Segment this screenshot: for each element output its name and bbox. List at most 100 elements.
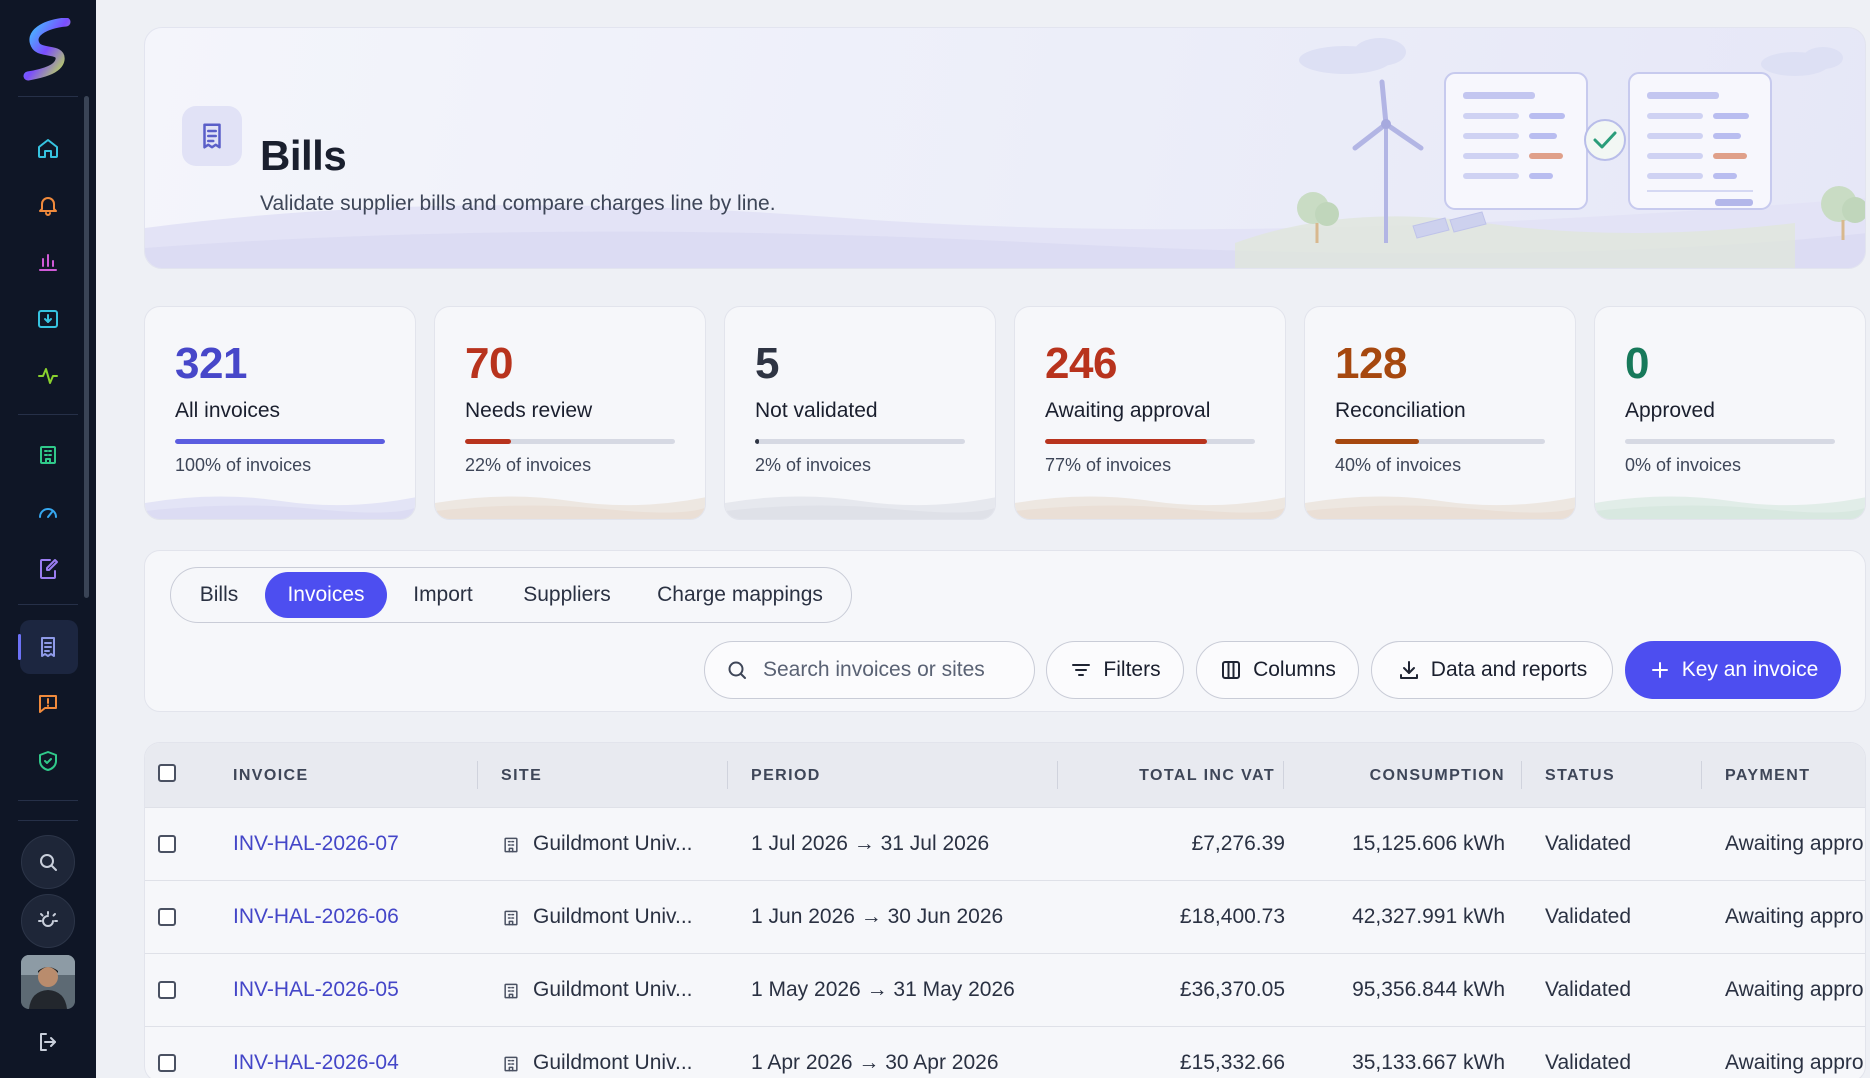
stat-card[interactable]: 246 Awaiting approval 77% of invoices xyxy=(1014,306,1286,520)
stat-progress-track xyxy=(1335,439,1545,444)
column-header-invoice[interactable]: INVOICE xyxy=(233,767,309,785)
tab-import[interactable]: Import xyxy=(389,572,497,618)
global-search-button[interactable] xyxy=(21,835,75,889)
stat-percent: 40% of invoices xyxy=(1335,455,1462,475)
payment-status: Awaiting appro xyxy=(1725,832,1864,855)
columns-button[interactable]: Columns xyxy=(1196,641,1359,699)
stat-card-wave xyxy=(435,496,705,519)
stat-card[interactable]: 70 Needs review 22% of invoices xyxy=(434,306,706,520)
stat-card[interactable]: 321 All invoices 100% of invoices xyxy=(144,306,416,520)
inbox-download-icon[interactable] xyxy=(28,299,68,339)
tab-invoices[interactable]: Invoices xyxy=(265,572,387,618)
billing-period: 1 Jun 2026 → 30 Jun 2026 xyxy=(751,905,1004,928)
stat-progress-track xyxy=(1625,439,1835,444)
stat-percent: 22% of invoices xyxy=(465,455,592,475)
bar-chart-icon[interactable] xyxy=(28,242,68,282)
logout-button[interactable] xyxy=(28,1022,68,1062)
column-header-site[interactable]: SITE xyxy=(501,767,542,785)
column-header-total-inc-vat[interactable]: TOTAL INC VAT xyxy=(1115,767,1275,785)
bills-receipt-icon xyxy=(182,106,242,166)
status-text: Validated xyxy=(1545,978,1632,1001)
row-checkbox[interactable] xyxy=(158,835,176,853)
consumption: 42,327.991 kWh xyxy=(1352,905,1505,928)
building-icon[interactable] xyxy=(28,435,68,475)
filters-button[interactable]: Filters xyxy=(1046,641,1184,699)
columns-icon xyxy=(1222,661,1241,679)
invoice-link[interactable]: INV-HAL-2026-05 xyxy=(233,978,399,1002)
table-row[interactable]: INV-HAL-2026-07 Guildmont Univ... 1 Jul 20… xyxy=(145,807,1865,880)
column-divider xyxy=(1521,761,1522,789)
tab-bills[interactable]: Bills xyxy=(175,572,263,618)
stat-card-wave xyxy=(1595,496,1865,519)
column-header-status[interactable]: STATUS xyxy=(1545,767,1615,785)
table-row[interactable]: INV-HAL-2026-04 Guildmont Univ... 1 Apr 20… xyxy=(145,1026,1865,1078)
tab-suppliers[interactable]: Suppliers xyxy=(499,572,635,618)
stat-card[interactable]: 0 Approved 0% of invoices xyxy=(1594,306,1866,520)
sidebar-active-indicator xyxy=(18,634,21,660)
home-icon[interactable] xyxy=(28,128,68,168)
shield-check-icon[interactable] xyxy=(28,741,68,781)
download-icon xyxy=(1399,661,1418,679)
search-input[interactable] xyxy=(763,658,1013,682)
edit-document-icon[interactable] xyxy=(28,549,68,589)
stat-value: 128 xyxy=(1335,339,1407,388)
key-an-invoice-label: Key an invoice xyxy=(1681,658,1819,681)
row-checkbox[interactable] xyxy=(158,908,176,926)
app-logo[interactable] xyxy=(22,18,74,82)
row-checkbox[interactable] xyxy=(158,1054,176,1072)
tab-charge-mappings[interactable]: Charge mappings xyxy=(637,572,843,618)
sidebar xyxy=(0,0,96,1078)
key-an-invoice-button[interactable]: Key an invoice xyxy=(1625,641,1841,699)
stat-card[interactable]: 5 Not validated 2% of invoices xyxy=(724,306,996,520)
stat-percent: 2% of invoices xyxy=(755,455,872,475)
column-header-payment[interactable]: PAYMENT xyxy=(1725,767,1810,785)
stat-label: Needs review xyxy=(465,399,593,422)
invoice-link[interactable]: INV-HAL-2026-04 xyxy=(233,1051,399,1075)
column-header-period[interactable]: PERIOD xyxy=(751,767,821,785)
activity-icon[interactable] xyxy=(28,356,68,396)
invoice-link[interactable]: INV-HAL-2026-07 xyxy=(233,832,399,856)
avatar[interactable] xyxy=(21,955,75,1009)
stat-label: Awaiting approval xyxy=(1045,399,1211,422)
page-header-banner: Bills Validate supplier bills and compar… xyxy=(144,27,1866,269)
billing-period: 1 May 2026 → 31 May 2026 xyxy=(751,978,1015,1001)
invoices-toolbar-panel: Bills Invoices Import Suppliers Charge m… xyxy=(144,550,1866,712)
invoices-table: INVOICE SITE PERIOD TOTAL INC VAT CONSUM… xyxy=(144,742,1866,1078)
invoice-link[interactable]: INV-HAL-2026-06 xyxy=(233,905,399,929)
total-inc-vat: £36,370.05 xyxy=(1179,978,1285,1001)
site-name: Guildmont Univ... xyxy=(533,832,693,855)
plus-icon xyxy=(1651,662,1668,678)
sidebar-divider xyxy=(18,96,78,97)
column-divider xyxy=(727,761,728,789)
table-row[interactable]: INV-HAL-2026-05 Guildmont Univ... 1 May 20… xyxy=(145,953,1865,1026)
alert-message-icon[interactable] xyxy=(28,684,68,724)
row-checkbox[interactable] xyxy=(158,981,176,999)
tab-group: Bills Invoices Import Suppliers Charge m… xyxy=(170,567,852,623)
building-icon xyxy=(501,835,521,855)
gauge-icon[interactable] xyxy=(28,492,68,532)
building-icon xyxy=(501,981,521,1001)
stat-progress-track xyxy=(465,439,675,444)
bell-icon[interactable] xyxy=(28,185,68,225)
stat-progress-fill xyxy=(1045,439,1207,444)
search-box[interactable] xyxy=(704,641,1035,699)
sidebar-scrollbar[interactable] xyxy=(84,96,89,598)
consumption: 35,133.667 kWh xyxy=(1352,1051,1505,1074)
stat-percent: 77% of invoices xyxy=(1045,455,1172,475)
data-and-reports-button[interactable]: Data and reports xyxy=(1371,641,1613,699)
columns-label: Columns xyxy=(1253,658,1336,681)
select-all-checkbox[interactable] xyxy=(158,764,176,782)
theme-toggle-button[interactable] xyxy=(21,894,75,948)
table-row[interactable]: INV-HAL-2026-06 Guildmont Univ... 1 Jun 20… xyxy=(145,880,1865,953)
column-header-consumption[interactable]: CONSUMPTION xyxy=(1345,767,1505,785)
stat-progress-track xyxy=(175,439,385,444)
column-divider xyxy=(1057,761,1058,789)
stat-progress-fill xyxy=(175,439,385,444)
stat-label: Not validated xyxy=(755,399,878,422)
status-text: Validated xyxy=(1545,832,1632,855)
stat-progress-fill xyxy=(1335,439,1419,444)
search-icon xyxy=(728,661,746,679)
stat-label: Approved xyxy=(1625,399,1715,422)
receipt-icon[interactable] xyxy=(28,627,68,667)
stat-card[interactable]: 128 Reconciliation 40% of invoices xyxy=(1304,306,1576,520)
